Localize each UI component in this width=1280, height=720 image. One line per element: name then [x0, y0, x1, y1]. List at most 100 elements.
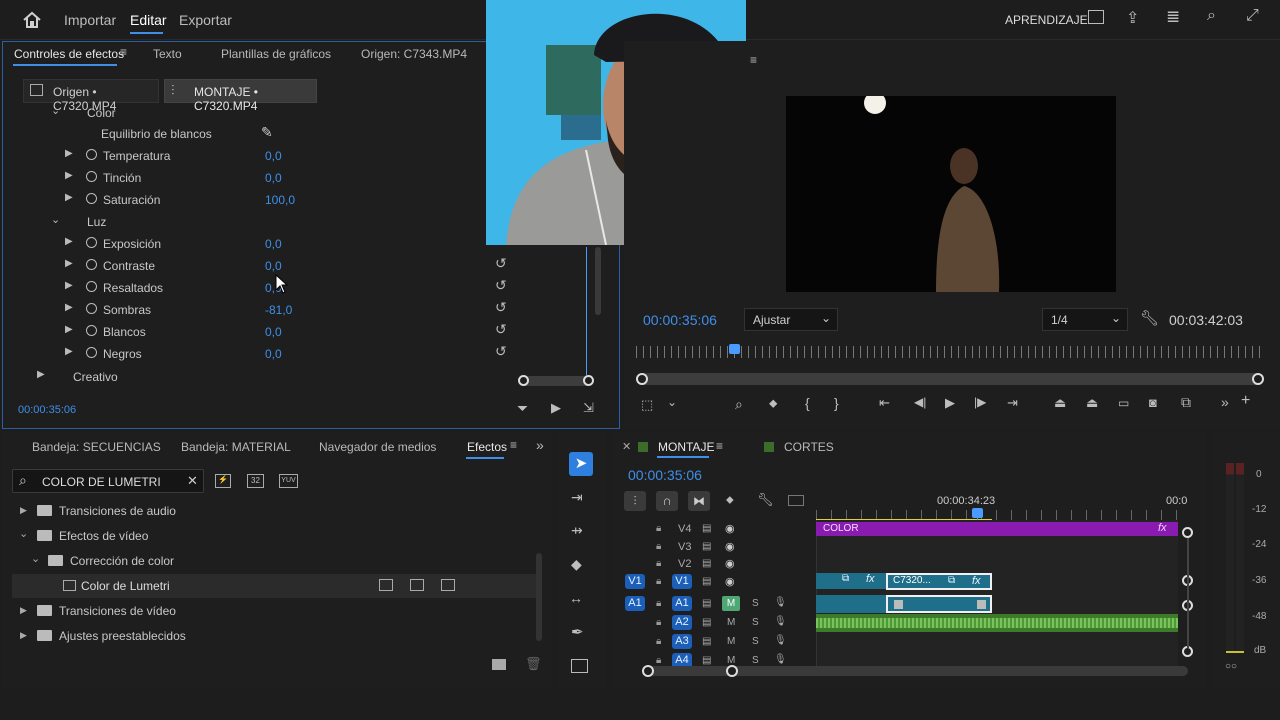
lock-icon[interactable]: 🔒︎: [656, 617, 661, 628]
param-value[interactable]: 0,0: [265, 347, 282, 361]
rectangle-tool-icon[interactable]: [571, 659, 588, 673]
chevron-right-icon[interactable]: ▶: [20, 505, 27, 516]
mic-icon[interactable]: 🎙︎: [774, 635, 787, 646]
adjustment-layer-clip[interactable]: COLOR fx: [816, 522, 1178, 536]
chevron-right-icon[interactable]: ▶: [65, 192, 73, 203]
fit-dropdown[interactable]: Ajustar ⌄: [744, 308, 838, 331]
sync-lock-icon[interactable]: ▤: [702, 576, 711, 587]
reset-icon[interactable]: ↺: [495, 299, 507, 316]
param-value[interactable]: -81,0: [265, 303, 292, 317]
chevron-right-icon[interactable]: ▶: [65, 170, 73, 181]
expand-icon[interactable]: ⌄: [51, 213, 60, 226]
wrench-icon[interactable]: 🔧︎: [757, 492, 774, 508]
stopwatch-icon[interactable]: [86, 193, 97, 204]
solo-button[interactable]: S: [752, 617, 759, 628]
param-row[interactable]: ▶ Temperatura 0,0: [3, 145, 483, 167]
chevron-right-icon[interactable]: ▶: [65, 148, 73, 159]
export-icon[interactable]: ⇲: [583, 400, 594, 416]
effects-search-box[interactable]: ⌕ COLOR DE LUMETRI ✕: [12, 469, 204, 493]
sync-lock-icon[interactable]: ▤: [702, 636, 711, 647]
panel-layout-icon[interactable]: [1088, 10, 1104, 24]
param-row[interactable]: ▶ Sombras -81,0: [3, 299, 483, 321]
pen-tool-icon[interactable]: ✒: [571, 623, 584, 641]
tab-menu-icon[interactable]: ≡: [716, 439, 723, 453]
new-bin-icon[interactable]: [492, 659, 506, 670]
overflow-tabs-icon[interactable]: »: [536, 437, 544, 453]
zoom-handle-left[interactable]: [642, 665, 654, 677]
tab-menu-icon[interactable]: ≡: [120, 45, 127, 59]
timeline-zoom-bar[interactable]: [642, 665, 1188, 677]
tab-menu-icon[interactable]: ≡: [510, 438, 517, 452]
zoom-bar[interactable]: [636, 373, 1264, 385]
compare-icon[interactable]: ▭: [1118, 396, 1129, 410]
fullscreen-icon[interactable]: ⤢: [1246, 7, 1259, 25]
mute-button[interactable]: M: [727, 617, 735, 628]
eye-icon[interactable]: ◉: [725, 540, 735, 553]
safe-margins-icon[interactable]: ⬚: [641, 397, 653, 413]
reset-icon[interactable]: ↺: [495, 277, 507, 294]
track-select-tool-icon[interactable]: ⇥: [571, 489, 583, 506]
clear-search-icon[interactable]: ✕: [187, 473, 198, 489]
param-row[interactable]: ▶ Saturación 100,0: [3, 189, 483, 211]
param-row[interactable]: ▶ Exposición 0,0: [3, 233, 483, 255]
sync-lock-icon[interactable]: ▤: [702, 655, 711, 666]
tree-item[interactable]: ▶ Transiciones de audio: [2, 500, 542, 522]
multicam-icon[interactable]: ⧉: [1181, 394, 1191, 411]
audio-waveform-clip[interactable]: [816, 614, 1178, 632]
wrench-icon[interactable]: 🔧︎: [1140, 309, 1159, 327]
go-to-in-icon[interactable]: ⇤: [879, 395, 890, 411]
captions-icon[interactable]: [788, 495, 804, 506]
program-timecode[interactable]: 00:00:35:06: [643, 312, 717, 328]
tree-item[interactable]: ▶ Transiciones de vídeo: [2, 600, 542, 622]
stopwatch-icon[interactable]: [86, 171, 97, 182]
step-forward-icon[interactable]: |▶: [974, 395, 986, 409]
step-back-icon[interactable]: ◀︎|: [914, 395, 926, 409]
go-to-out-icon[interactable]: ⇥: [1007, 395, 1018, 411]
lock-icon[interactable]: 🔒︎: [656, 598, 661, 609]
stopwatch-icon[interactable]: [86, 237, 97, 248]
tab-media-browser[interactable]: Navegador de medios: [319, 440, 436, 454]
chevron-right-icon[interactable]: ▶: [65, 346, 73, 357]
tree-item[interactable]: ▶ Ajustes preestablecidos: [2, 625, 542, 647]
camera-icon[interactable]: ◙: [1149, 395, 1157, 410]
lock-icon[interactable]: 🔒︎: [656, 523, 661, 534]
playhead-marker[interactable]: [729, 344, 740, 354]
audio-clip-selected[interactable]: [886, 595, 992, 613]
play-icon[interactable]: ▶: [945, 395, 955, 411]
menu-importar[interactable]: Importar: [64, 12, 116, 28]
param-value[interactable]: 0,0: [265, 259, 282, 273]
group-creative[interactable]: ▶ Creativo: [3, 366, 483, 388]
chevron-right-icon[interactable]: ▶: [65, 236, 73, 247]
chevron-down-icon[interactable]: ⌄: [667, 395, 677, 409]
lock-icon[interactable]: 🔒︎: [656, 541, 661, 552]
param-row[interactable]: ▶ Resaltados 0,0: [3, 277, 483, 299]
track-scroll-knob[interactable]: [1182, 527, 1193, 538]
snap-icon[interactable]: ∩: [656, 491, 678, 511]
reset-icon[interactable]: ↺: [495, 321, 507, 338]
chevron-down-icon[interactable]: ⌄: [19, 527, 28, 540]
panel-menu-icon[interactable]: ≡: [750, 53, 757, 67]
chevron-right-icon[interactable]: ▶: [65, 302, 73, 313]
stopwatch-icon[interactable]: [86, 303, 97, 314]
add-marker-icon[interactable]: ⬥: [769, 396, 777, 411]
home-icon[interactable]: [22, 11, 42, 29]
selection-tool-icon[interactable]: ➤: [569, 452, 593, 476]
audio-clip-left[interactable]: [816, 595, 886, 613]
scrollbar[interactable]: [536, 553, 542, 641]
lock-icon[interactable]: 🔒︎: [656, 636, 661, 647]
video-clip-left[interactable]: ⧉ fx: [816, 573, 886, 589]
search-input[interactable]: COLOR DE LUMETRI: [42, 475, 161, 489]
tab-source-clip[interactable]: Origen: C7343.MP4: [361, 47, 467, 61]
share-icon[interactable]: ⇪: [1126, 8, 1139, 28]
mark-out-icon[interactable]: }: [834, 395, 839, 411]
playhead-handle[interactable]: [972, 508, 983, 518]
source-clip-tab[interactable]: Origen • C7320.MP4: [23, 79, 159, 113]
param-value[interactable]: 0,0: [265, 149, 282, 163]
stopwatch-icon[interactable]: [86, 281, 97, 292]
zoom-handle-left[interactable]: [518, 375, 529, 386]
menu-exportar[interactable]: Exportar: [179, 12, 232, 28]
chevron-right-icon[interactable]: ▶: [65, 280, 73, 291]
tree-item-selected[interactable]: Color de Lumetri: [12, 574, 540, 598]
source-patch-a1[interactable]: A1: [625, 596, 645, 611]
ripple-edit-tool-icon[interactable]: ⇸: [571, 522, 583, 539]
